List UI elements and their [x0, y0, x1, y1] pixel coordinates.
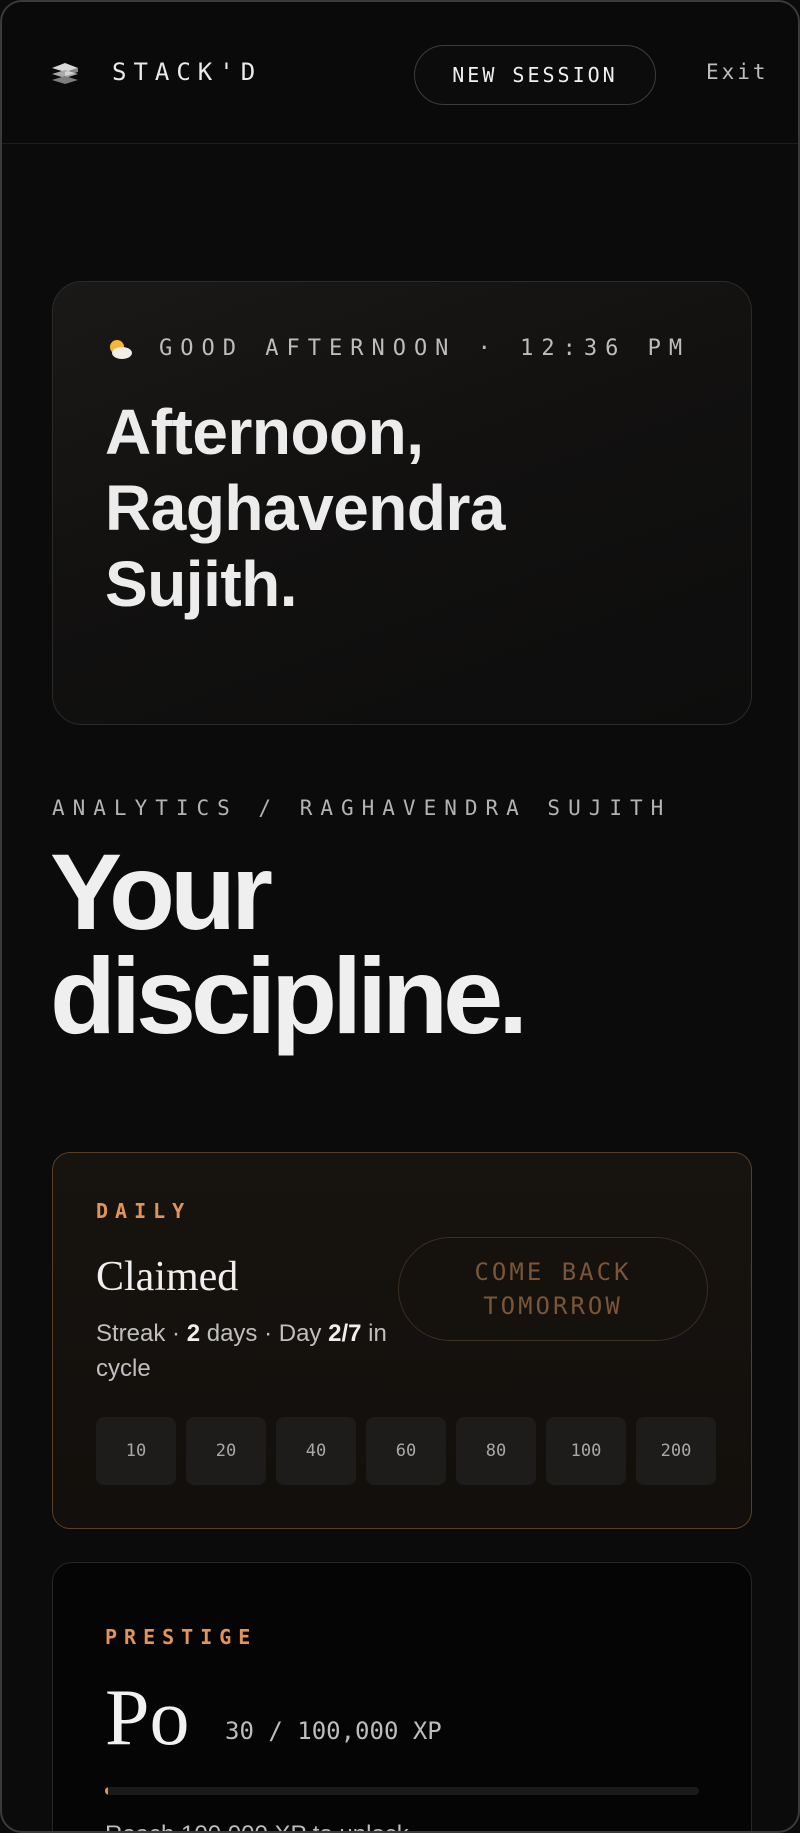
- app-frame: STACK'D NEW SESSION Exit GOOD AFTERNOON …: [0, 0, 800, 1833]
- come-back-tomorrow-button[interactable]: COME BACK TOMORROW: [398, 1237, 708, 1341]
- brand-name: STACK'D: [112, 58, 263, 86]
- reward-tiers: 10 20 40 60 80 100 200: [96, 1417, 716, 1485]
- daily-reward-card: DAILY Claimed Streak · 2 days · Day 2/7 …: [52, 1152, 752, 1529]
- exit-link[interactable]: Exit: [706, 60, 769, 84]
- reward-tier: 200: [636, 1417, 716, 1485]
- breadcrumb: ANALYTICS / RAGHAVENDRA SUJITH: [52, 796, 672, 820]
- daily-label: DAILY: [96, 1199, 192, 1223]
- greeting-line: GOOD AFTERNOON · 12:36 PM: [107, 336, 690, 361]
- reward-tier: 60: [366, 1417, 446, 1485]
- prestige-progress-fill: [105, 1787, 108, 1795]
- reward-tier: 100: [546, 1417, 626, 1485]
- greeting-salutation: Afternoon, Raghavendra Sujith.: [105, 396, 505, 620]
- reward-tier: 80: [456, 1417, 536, 1485]
- greeting-card: GOOD AFTERNOON · 12:36 PM Afternoon, Rag…: [52, 281, 752, 725]
- daily-status: Claimed: [96, 1254, 239, 1300]
- streak-text: Streak · 2 days · Day 2/7 in cycle: [96, 1316, 396, 1386]
- top-bar: STACK'D NEW SESSION Exit: [2, 2, 798, 144]
- reward-tier: 40: [276, 1417, 356, 1485]
- cycle-day-value: 2/7: [328, 1320, 362, 1347]
- prestige-progress-bar: [105, 1787, 699, 1795]
- page-title: Your discipline.: [50, 831, 528, 1056]
- sun-behind-cloud-icon: [110, 339, 132, 359]
- new-session-button[interactable]: NEW SESSION: [414, 45, 656, 105]
- stack-logo-icon: [52, 63, 78, 84]
- streak-mid: days · Day: [200, 1320, 329, 1347]
- streak-days-value: 2: [186, 1320, 201, 1347]
- greeting-time-text: GOOD AFTERNOON · 12:36 PM: [159, 336, 691, 361]
- prestige-card: PRESTIGE Po 30 / 100,000 XP Reach 100,00…: [52, 1562, 752, 1831]
- prestige-xp: 30 / 100,000 XP: [225, 1717, 442, 1745]
- prestige-rank: Po: [105, 1674, 190, 1762]
- prestige-label: PRESTIGE: [105, 1625, 258, 1649]
- prestige-note: Reach 100,000 XP to unlock: [105, 1821, 409, 1831]
- reward-tier: 10: [96, 1417, 176, 1485]
- streak-prefix: Streak ·: [96, 1320, 187, 1347]
- reward-tier: 20: [186, 1417, 266, 1485]
